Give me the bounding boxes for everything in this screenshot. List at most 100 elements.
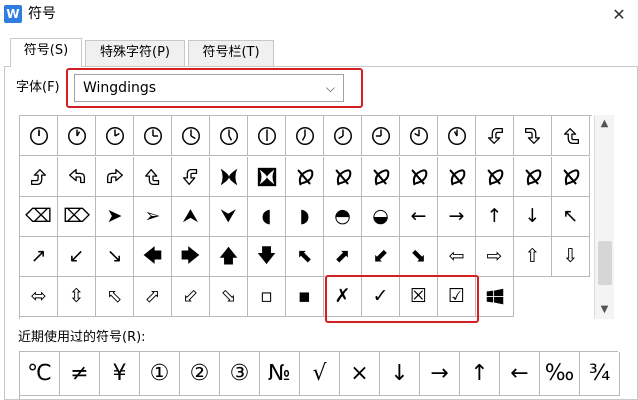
symbol-cell[interactable]: ⌫ <box>20 197 58 237</box>
symbol-cell[interactable]: ◖ <box>248 197 286 237</box>
symbol-cell[interactable]: ◓ <box>324 197 362 237</box>
symbol-cell[interactable] <box>324 157 362 197</box>
symbol-cell[interactable] <box>20 116 58 156</box>
symbol-cell[interactable] <box>96 116 134 156</box>
recent-symbols-label: 近期使用过的符号(R): <box>18 330 146 345</box>
recent-symbol-cell[interactable]: ↑ <box>460 352 500 396</box>
symbol-cell[interactable]: ⬂ <box>210 277 248 317</box>
symbol-cell[interactable]: ⮟ <box>210 197 248 237</box>
symbol-cell[interactable] <box>552 116 590 156</box>
symbol-cell[interactable] <box>172 116 210 156</box>
symbol-cell[interactable]: ⬉ <box>286 237 324 277</box>
symbol-cell[interactable] <box>172 157 210 197</box>
symbol-cell[interactable] <box>96 157 134 197</box>
symbol-cell[interactable] <box>362 157 400 197</box>
symbol-cell[interactable] <box>476 157 514 197</box>
symbol-cell[interactable]: ↗ <box>20 237 58 277</box>
symbol-cell[interactable]: ➤ <box>96 197 134 237</box>
recent-symbol-cell[interactable]: ③ <box>220 352 260 396</box>
symbol-cell[interactable] <box>134 116 172 156</box>
recent-symbol-cell[interactable]: № <box>260 352 300 396</box>
curved-arrow-up-right-icon <box>30 168 46 185</box>
symbol-cell[interactable]: ⇳ <box>58 277 96 317</box>
symbol-cell[interactable]: 🡄 <box>134 237 172 277</box>
symbol-cell[interactable] <box>400 116 438 156</box>
scroll-up-icon[interactable]: ▲ <box>595 117 614 131</box>
recent-symbol-cell[interactable]: ℃ <box>20 352 60 396</box>
symbol-cell[interactable] <box>438 157 476 197</box>
recent-symbol-cell[interactable]: √ <box>300 352 340 396</box>
symbol-cell[interactable]: ⬊ <box>400 237 438 277</box>
symbol-cell[interactable] <box>476 116 514 156</box>
recent-symbol-cell[interactable]: × <box>340 352 380 396</box>
symbol-cell[interactable]: ◗ <box>286 197 324 237</box>
clock-8-icon <box>333 126 352 145</box>
symbol-cell[interactable] <box>286 116 324 156</box>
tab-special-chars[interactable]: 特殊字符(P) <box>85 40 185 66</box>
symbol-cell[interactable]: ◒ <box>362 197 400 237</box>
symbol-cell[interactable] <box>324 116 362 156</box>
tab-symbols[interactable]: 符号(S) <box>10 38 82 67</box>
symbol-cell[interactable]: ⬋ <box>362 237 400 277</box>
symbol-cell[interactable] <box>20 157 58 197</box>
symbol-cell[interactable]: ▫ <box>248 277 286 317</box>
symbol-cell[interactable]: ← <box>400 197 438 237</box>
symbol-cell[interactable]: ⬀ <box>134 277 172 317</box>
symbol-cell[interactable] <box>286 157 324 197</box>
symbol-cell[interactable]: 🡅 <box>210 237 248 277</box>
symbol-cell[interactable]: ⬁ <box>96 277 134 317</box>
clock-10-icon <box>409 126 428 145</box>
symbol-cell[interactable]: ▪ <box>286 277 324 317</box>
recent-symbol-cell[interactable]: ← <box>500 352 540 396</box>
symbol-cell[interactable] <box>514 157 552 197</box>
clock-9-icon <box>371 126 390 145</box>
symbol-cell[interactable]: ⇦ <box>438 237 476 277</box>
clock-2-icon <box>105 126 124 145</box>
symbol-cell[interactable] <box>400 157 438 197</box>
recent-symbol-cell[interactable]: → <box>420 352 460 396</box>
symbol-cell[interactable]: ⇧ <box>514 237 552 277</box>
recent-symbol-cell[interactable]: ↓ <box>380 352 420 396</box>
symbol-cell[interactable] <box>134 157 172 197</box>
symbol-cell[interactable]: ⇩ <box>552 237 590 277</box>
symbol-cell[interactable]: ⬈ <box>324 237 362 277</box>
symbol-cell[interactable] <box>552 157 590 197</box>
tab-symbol-bar[interactable]: 符号栏(T) <box>188 40 274 66</box>
symbol-cell[interactable]: ⬃ <box>172 277 210 317</box>
scroll-thumb[interactable] <box>598 241 612 285</box>
recent-symbol-cell[interactable]: ¥ <box>100 352 140 396</box>
symbol-cell[interactable] <box>438 116 476 156</box>
symbol-cell[interactable]: ⬄ <box>20 277 58 317</box>
recent-symbol-cell[interactable]: ‰ <box>540 352 580 396</box>
symbol-cell[interactable]: → <box>438 197 476 237</box>
symbol-cell[interactable]: ↘ <box>96 237 134 277</box>
symbol-cell[interactable]: ↖ <box>552 197 590 237</box>
recent-symbol-cell[interactable]: ≠ <box>60 352 100 396</box>
symbol-cell[interactable] <box>58 116 96 156</box>
close-button[interactable]: ✕ <box>600 0 638 30</box>
symbol-cell[interactable]: 🡆 <box>172 237 210 277</box>
recent-symbol-cell[interactable]: ¾ <box>580 352 620 396</box>
symbol-cell[interactable] <box>476 277 514 317</box>
symbol-cell[interactable]: ⮝ <box>172 197 210 237</box>
ornament-leaf-icon <box>220 168 237 185</box>
symbol-cell[interactable] <box>210 157 248 197</box>
symbol-cell[interactable]: ↓ <box>514 197 552 237</box>
symbol-cell[interactable] <box>248 157 286 197</box>
symbol-cell[interactable]: ⇨ <box>476 237 514 277</box>
recent-symbol-cell[interactable]: ② <box>180 352 220 396</box>
symbol-cell[interactable] <box>58 157 96 197</box>
symbol-cell[interactable] <box>362 116 400 156</box>
symbol-cell[interactable] <box>248 116 286 156</box>
symbol-cell[interactable] <box>514 116 552 156</box>
symbol-cell[interactable]: ➢ <box>134 197 172 237</box>
recent-symbol-cell[interactable]: ① <box>140 352 180 396</box>
scroll-down-icon[interactable]: ▼ <box>595 303 614 317</box>
curved-arrow-down-right-icon <box>524 127 540 144</box>
symbol-cell[interactable]: ⌦ <box>58 197 96 237</box>
symbol-cell[interactable]: ↑ <box>476 197 514 237</box>
symbol-cell[interactable]: ↙ <box>58 237 96 277</box>
symbol-cell[interactable]: 🡇 <box>248 237 286 277</box>
symbol-cell[interactable] <box>210 116 248 156</box>
grid-scrollbar[interactable]: ▲ ▼ <box>594 115 614 319</box>
